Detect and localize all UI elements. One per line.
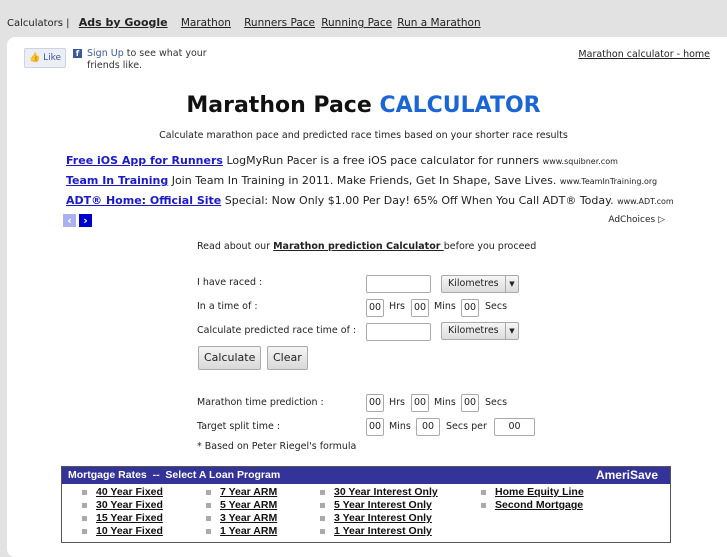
top-nav: Calculators | Ads by Google Marathon Run…	[7, 16, 483, 29]
mortgage-link[interactable]: 3 Year ARM	[206, 512, 277, 524]
mortgage-link[interactable]: 40 Year Fixed	[82, 486, 163, 498]
mortgage-header: Mortgage Rates -- Select A Loan Program A…	[62, 467, 670, 484]
mins-label: Mins	[389, 421, 411, 432]
ad-title-link[interactable]: ADT® Home: Official Site	[66, 194, 221, 207]
prediction-label: Marathon time prediction :	[197, 397, 324, 408]
calculators-label: Calculators |	[7, 18, 70, 29]
hrs-label: Hrs	[389, 397, 405, 408]
predict-unit-value: Kilometres	[448, 325, 499, 336]
split-minutes[interactable]: 00	[366, 418, 384, 436]
ad-text: Join Team In Training in 2011. Make Frie…	[171, 174, 557, 187]
predict-unit-select[interactable]: Kilometres ▼	[441, 322, 519, 340]
minutes-input[interactable]: 00	[411, 299, 429, 317]
mortgage-header-text: Mortgage Rates -- Select A Loan Program	[68, 469, 281, 481]
ad-item: Team In Training Join Team In Training i…	[66, 174, 657, 187]
nav-runners-pace[interactable]: Runners Pace	[244, 17, 315, 29]
mortgage-link[interactable]: 1 Year Interest Only	[320, 525, 432, 537]
title-part1: Marathon Pace	[186, 93, 380, 118]
mortgage-link[interactable]: 30 Year Fixed	[82, 499, 163, 511]
mins-label: Mins	[434, 397, 456, 408]
mortgage-link[interactable]: 1 Year ARM	[206, 525, 277, 537]
prediction-hours[interactable]: 00	[366, 394, 384, 412]
raced-unit-select[interactable]: Kilometres ▼	[441, 275, 519, 293]
mortgage-link[interactable]: 15 Year Fixed	[82, 512, 163, 524]
mortgage-link[interactable]: 7 Year ARM	[206, 486, 277, 498]
mortgage-link[interactable]: 10 Year Fixed	[82, 525, 163, 537]
split-seconds[interactable]: 00	[416, 418, 440, 436]
read-about: Read about our Marathon prediction Calcu…	[197, 241, 536, 252]
page-title: Marathon Pace CALCULATOR	[0, 93, 727, 118]
facebook-like-button[interactable]: 👍 Like	[24, 48, 66, 68]
title-part2: CALCULATOR	[379, 93, 541, 118]
ad-item: ADT® Home: Official Site Special: Now On…	[66, 194, 674, 207]
like-label: Like	[43, 53, 62, 63]
hours-input[interactable]: 00	[366, 299, 384, 317]
ad-prev-icon[interactable]: ‹	[63, 214, 76, 227]
raced-unit-value: Kilometres	[448, 278, 499, 289]
raced-label: I have raced :	[197, 277, 263, 288]
nav-run-a-marathon[interactable]: Run a Marathon	[397, 17, 480, 29]
predict-distance-input[interactable]	[366, 323, 431, 341]
chevron-down-icon: ▼	[505, 276, 518, 292]
formula-note: * Based on Peter Riegel's formula	[197, 441, 357, 452]
ad-url[interactable]: www.TeamInTraining.org	[560, 177, 657, 186]
ad-title-link[interactable]: Team In Training	[66, 174, 168, 187]
nav-marathon[interactable]: Marathon	[181, 17, 231, 29]
mortgage-link[interactable]: 5 Year ARM	[206, 499, 277, 511]
mortgage-link[interactable]: Home Equity Line	[481, 486, 584, 498]
prediction-minutes[interactable]: 00	[411, 394, 429, 412]
secs-label: Secs	[485, 301, 508, 312]
nav-running-pace[interactable]: Running Pace	[321, 17, 392, 29]
subtitle: Calculate marathon pace and predicted ra…	[159, 130, 568, 141]
mortgage-link[interactable]: 5 Year Interest Only	[320, 499, 432, 511]
amerisave-logo[interactable]: AmeriSave	[596, 467, 658, 484]
home-link[interactable]: Marathon calculator - home	[578, 49, 710, 60]
seconds-input[interactable]: 00	[461, 299, 479, 317]
mortgage-link[interactable]: 3 Year Interest Only	[320, 512, 432, 524]
mins-label: Mins	[434, 301, 456, 312]
prediction-calculator-link[interactable]: Marathon prediction Calculator	[273, 241, 444, 252]
ad-item: Free iOS App for Runners LogMyRun Pacer …	[66, 154, 618, 167]
ad-text: LogMyRun Pacer is a free iOS pace calcul…	[226, 154, 540, 167]
mortgage-link[interactable]: Second Mortgage	[481, 499, 583, 511]
signup-link[interactable]: Sign Up	[87, 48, 124, 59]
read-pre: Read about our	[197, 241, 274, 252]
facebook-icon: f	[73, 49, 82, 58]
hrs-label: Hrs	[389, 301, 405, 312]
ad-url[interactable]: www.squibner.com	[543, 157, 618, 166]
ad-title-link[interactable]: Free iOS App for Runners	[66, 154, 223, 167]
predict-label: Calculate predicted race time of :	[197, 325, 357, 336]
ad-url[interactable]: www.ADT.com	[617, 197, 674, 206]
ad-next-icon[interactable]: ›	[79, 214, 92, 227]
raced-distance-input[interactable]	[366, 275, 431, 293]
read-post: before you proceed	[443, 241, 537, 252]
secs-label: Secs	[485, 397, 508, 408]
split-label: Target split time :	[197, 421, 281, 432]
secs-per-label: Secs per	[446, 421, 487, 432]
adchoices-link[interactable]: AdChoices ▷	[608, 215, 665, 225]
prediction-seconds[interactable]: 00	[461, 394, 479, 412]
ad-text: Special: Now Only $1.00 Per Day! 65% Off…	[224, 194, 614, 207]
clear-button[interactable]: Clear	[267, 346, 308, 370]
split-per-input[interactable]: 00	[494, 418, 535, 436]
time-label: In a time of :	[197, 301, 258, 312]
facebook-signup-text: Sign Up to see what your friends like.	[87, 48, 227, 72]
mortgage-link[interactable]: 30 Year Interest Only	[320, 486, 438, 498]
chevron-down-icon: ▼	[505, 323, 518, 339]
ads-by-google-link[interactable]: Ads by Google	[79, 16, 168, 29]
calculate-button[interactable]: Calculate	[198, 346, 262, 370]
